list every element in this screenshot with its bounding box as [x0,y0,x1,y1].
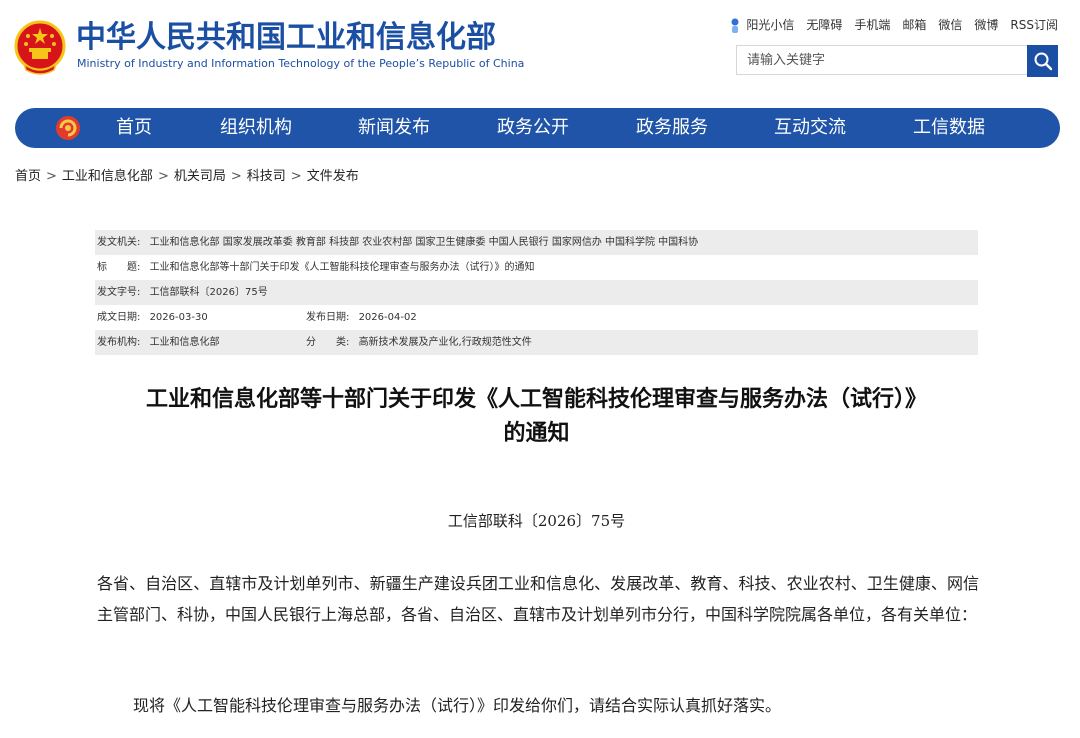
search-button[interactable] [1027,45,1058,77]
document-metadata: 发文机关: 工业和信息化部 国家发展改革委 教育部 科技部 农业农村部 国家卫生… [95,230,978,355]
top-link-weibo[interactable]: 微博 [974,16,998,34]
top-link-accessibility[interactable]: 无障碍 [806,16,842,34]
breadcrumb-ministry[interactable]: 工业和信息化部 [62,169,153,184]
meta-key-issuer: 发文机关: [97,237,141,248]
meta-row-issuer: 发文机关: 工业和信息化部 国家发展改革委 教育部 科技部 农业农村部 国家卫生… [95,230,978,255]
site-name-cn[interactable]: 中华人民共和国工业和信息化部 [76,20,496,56]
main-nav: 首页 组织机构 新闻发布 政务公开 政务服务 互动交流 工信数据 [15,108,1060,148]
meta-key-category: 分 类: [306,337,350,348]
meta-key-published: 发布日期: [306,312,350,323]
nav-item-government-services[interactable]: 政务服务 [636,108,708,148]
breadcrumb-separator: > [230,169,242,184]
article-doc-number: 工信部联科〔2026〕75号 [447,512,626,530]
breadcrumb-tech-dept[interactable]: 科技司 [247,169,286,184]
nav-item-data[interactable]: 工信数据 [913,108,985,148]
site-name-en[interactable]: Ministry of Industry and Information Tec… [77,57,524,71]
top-link-mobile[interactable]: 手机端 [854,16,890,34]
meta-key-docno: 发文字号: [97,287,141,298]
meta-value-org: 工业和信息化部 [149,337,220,348]
breadcrumb-documents[interactable]: 文件发布 [307,169,359,184]
meta-category: 分 类: 高新技术发展及产业化,行政规范性文件 [306,330,532,355]
nav-item-organization[interactable]: 组织机构 [220,108,292,148]
meta-published-date: 发布日期: 2026-04-02 [306,305,417,330]
meta-row-org: 发布机构: 工业和信息化部 分 类: 高新技术发展及产业化,行政规范性文件 [95,330,978,355]
meta-key-title: 标 题: [97,262,141,273]
top-link-wechat[interactable]: 微信 [938,16,962,34]
article-title-line1: 工业和信息化部等十部门关于印发《人工智能科技伦理审查与服务办法（试行）》 [145,387,927,412]
national-emblem-icon[interactable] [14,20,66,76]
top-link-label: 阳光小信 [746,18,795,32]
meta-value-issuer: 工业和信息化部 国家发展改革委 教育部 科技部 农业农村部 国家卫生健康委 中国… [149,237,699,248]
breadcrumb-separator: > [157,169,169,184]
article-title-line2: 的通知 [503,421,570,446]
meta-key-org: 发布机构: [97,337,141,348]
article-paragraph-recipients: 各省、自治区、直辖市及计划单列市、新疆生产建设兵团工业和信息化、发展改革、教育、… [97,574,979,624]
breadcrumb: 首页 > 工业和信息化部 > 机关司局 > 科技司 > 文件发布 [15,165,359,184]
top-link-sunshine[interactable]: 阳光小信 [730,16,794,34]
search-input[interactable] [736,45,1027,75]
top-link-mail[interactable]: 邮箱 [902,16,926,34]
miit-logo-icon[interactable] [55,115,81,141]
breadcrumb-home[interactable]: 首页 [15,169,41,184]
nav-item-home[interactable]: 首页 [116,108,152,148]
meta-value-category: 高新技术发展及产业化,行政规范性文件 [358,337,532,348]
nav-item-news[interactable]: 新闻发布 [358,108,430,148]
search-box [736,45,1058,77]
breadcrumb-departments[interactable]: 机关司局 [174,169,226,184]
meta-written-date: 成文日期: 2026-03-30 [97,305,208,330]
meta-row-title: 标 题: 工业和信息化部等十部门关于印发《人工智能科技伦理审查与服务办法（试行）… [95,255,978,280]
meta-value-written: 2026-03-30 [149,312,208,323]
breadcrumb-separator: > [46,169,57,184]
meta-row-dates: 成文日期: 2026-03-30 发布日期: 2026-04-02 [95,305,978,330]
nav-item-government-affairs[interactable]: 政务公开 [497,108,569,148]
search-icon [1034,52,1052,71]
sunshine-mascot-icon [731,18,739,33]
article-paragraph-body: 现将《人工智能科技伦理审查与服务办法（试行）》印发给你们，请结合实际认真抓好落实… [133,696,782,715]
breadcrumb-separator: > [290,169,302,184]
top-links: 阳光小信 无障碍 手机端 邮箱 微信 微博 RSS订阅 [730,16,1058,34]
article-title: 工业和信息化部等十部门关于印发《人工智能科技伦理审查与服务办法（试行）》 的通知 [95,383,978,451]
top-link-rss[interactable]: RSS订阅 [1010,16,1058,34]
site-header: 中华人民共和国工业和信息化部 Ministry of Industry and … [0,0,1080,100]
meta-value-title: 工业和信息化部等十部门关于印发《人工智能科技伦理审查与服务办法（试行）》的通知 [149,262,535,273]
meta-row-docno: 发文字号: 工信部联科〔2026〕75号 [95,280,978,305]
nav-item-interaction[interactable]: 互动交流 [774,108,846,148]
meta-key-written: 成文日期: [97,312,141,323]
meta-org: 发布机构: 工业和信息化部 [97,330,220,355]
meta-value-docno: 工信部联科〔2026〕75号 [149,287,268,298]
meta-value-published: 2026-04-02 [358,312,417,323]
